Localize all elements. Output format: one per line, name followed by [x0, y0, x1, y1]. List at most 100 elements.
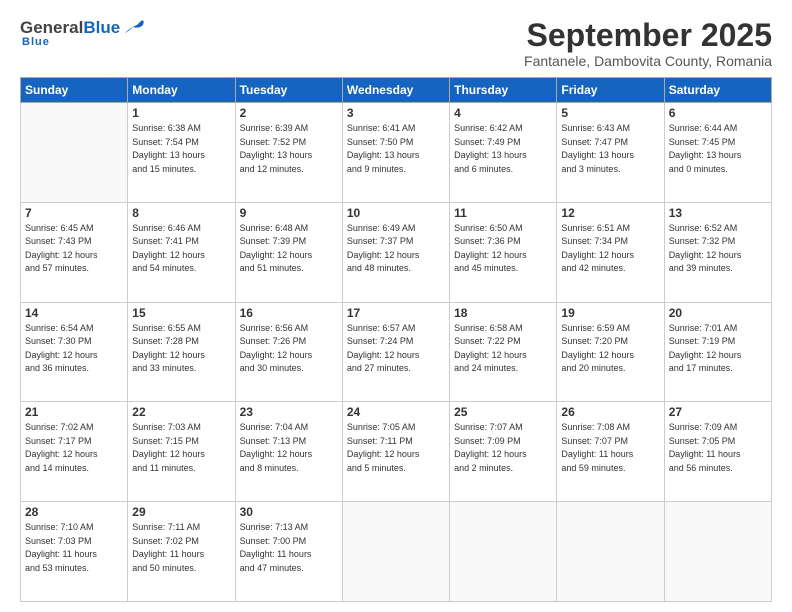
- month-title: September 2025: [524, 18, 772, 53]
- day-info: Sunrise: 7:04 AM Sunset: 7:13 PM Dayligh…: [240, 421, 338, 475]
- day-number: 5: [561, 106, 659, 120]
- calendar-cell: 12 Sunrise: 6:51 AM Sunset: 7:34 PM Dayli…: [557, 202, 664, 302]
- day-info: Sunrise: 7:11 AM Sunset: 7:02 PM Dayligh…: [132, 521, 230, 575]
- day-number: 11: [454, 206, 552, 220]
- week-row-1: 1 Sunrise: 6:38 AM Sunset: 7:54 PM Daylig…: [21, 103, 772, 203]
- weekday-header-monday: Monday: [128, 78, 235, 103]
- calendar-cell: 22Sunrise: 7:03 AM Sunset: 7:15 PM Dayli…: [128, 402, 235, 502]
- day-number: 21: [25, 405, 123, 419]
- calendar-cell: [664, 502, 771, 602]
- day-info: Sunrise: 7:02 AM Sunset: 7:17 PM Dayligh…: [25, 421, 123, 475]
- day-info: Sunrise: 6:49 AM Sunset: 7:37 PM Dayligh…: [347, 222, 445, 276]
- logo-blue-text: Blue: [83, 18, 120, 38]
- calendar-cell: 23 Sunrise: 7:04 AM Sunset: 7:13 PM Dayli…: [235, 402, 342, 502]
- day-info: Sunrise: 6:43 AM Sunset: 7:47 PM Dayligh…: [561, 122, 659, 176]
- calendar-cell: 7 Sunrise: 6:45 AM Sunset: 7:43 PM Daylig…: [21, 202, 128, 302]
- calendar-cell: 20Sunrise: 7:01 AM Sunset: 7:19 PM Dayli…: [664, 302, 771, 402]
- calendar-cell: 17 Sunrise: 6:57 AM Sunset: 7:24 PM Dayli…: [342, 302, 449, 402]
- calendar-cell: 25 Sunrise: 7:07 AM Sunset: 7:09 PM Dayli…: [450, 402, 557, 502]
- day-info: Sunrise: 7:07 AM Sunset: 7:09 PM Dayligh…: [454, 421, 552, 475]
- day-number: 15: [132, 306, 230, 320]
- day-info: Sunrise: 6:51 AM Sunset: 7:34 PM Dayligh…: [561, 222, 659, 276]
- weekday-header-row: SundayMondayTuesdayWednesdayThursdayFrid…: [21, 78, 772, 103]
- calendar-cell: 30Sunrise: 7:13 AM Sunset: 7:00 PM Dayli…: [235, 502, 342, 602]
- calendar-cell: 9 Sunrise: 6:48 AM Sunset: 7:39 PM Daylig…: [235, 202, 342, 302]
- weekday-header-thursday: Thursday: [450, 78, 557, 103]
- day-number: 23: [240, 405, 338, 419]
- day-number: 28: [25, 505, 123, 519]
- day-number: 7: [25, 206, 123, 220]
- day-number: 6: [669, 106, 767, 120]
- calendar-cell: 2 Sunrise: 6:39 AM Sunset: 7:52 PM Daylig…: [235, 103, 342, 203]
- weekday-header-saturday: Saturday: [664, 78, 771, 103]
- day-info: Sunrise: 7:08 AM Sunset: 7:07 PM Dayligh…: [561, 421, 659, 475]
- calendar-cell: 3Sunrise: 6:41 AM Sunset: 7:50 PM Daylig…: [342, 103, 449, 203]
- calendar-cell: 24Sunrise: 7:05 AM Sunset: 7:11 PM Dayli…: [342, 402, 449, 502]
- calendar-cell: 1 Sunrise: 6:38 AM Sunset: 7:54 PM Daylig…: [128, 103, 235, 203]
- day-info: Sunrise: 6:44 AM Sunset: 7:45 PM Dayligh…: [669, 122, 767, 176]
- calendar-cell: 13Sunrise: 6:52 AM Sunset: 7:32 PM Dayli…: [664, 202, 771, 302]
- calendar-cell: 10 Sunrise: 6:49 AM Sunset: 7:37 PM Dayli…: [342, 202, 449, 302]
- day-number: 20: [669, 306, 767, 320]
- location-title: Fantanele, Dambovita County, Romania: [524, 53, 772, 69]
- day-info: Sunrise: 6:46 AM Sunset: 7:41 PM Dayligh…: [132, 222, 230, 276]
- day-info: Sunrise: 6:56 AM Sunset: 7:26 PM Dayligh…: [240, 322, 338, 376]
- day-number: 26: [561, 405, 659, 419]
- week-row-2: 7 Sunrise: 6:45 AM Sunset: 7:43 PM Daylig…: [21, 202, 772, 302]
- calendar-table: SundayMondayTuesdayWednesdayThursdayFrid…: [20, 77, 772, 602]
- day-info: Sunrise: 6:45 AM Sunset: 7:43 PM Dayligh…: [25, 222, 123, 276]
- day-info: Sunrise: 6:39 AM Sunset: 7:52 PM Dayligh…: [240, 122, 338, 176]
- calendar-cell: 26 Sunrise: 7:08 AM Sunset: 7:07 PM Dayli…: [557, 402, 664, 502]
- day-info: Sunrise: 6:42 AM Sunset: 7:49 PM Dayligh…: [454, 122, 552, 176]
- day-info: Sunrise: 6:38 AM Sunset: 7:54 PM Dayligh…: [132, 122, 230, 176]
- day-number: 13: [669, 206, 767, 220]
- day-number: 2: [240, 106, 338, 120]
- day-info: Sunrise: 7:10 AM Sunset: 7:03 PM Dayligh…: [25, 521, 123, 575]
- day-number: 25: [454, 405, 552, 419]
- calendar-cell: 5 Sunrise: 6:43 AM Sunset: 7:47 PM Daylig…: [557, 103, 664, 203]
- calendar-cell: 21 Sunrise: 7:02 AM Sunset: 7:17 PM Dayli…: [21, 402, 128, 502]
- calendar-cell: [557, 502, 664, 602]
- day-number: 9: [240, 206, 338, 220]
- day-number: 16: [240, 306, 338, 320]
- week-row-4: 21 Sunrise: 7:02 AM Sunset: 7:17 PM Dayli…: [21, 402, 772, 502]
- logo-subtitle: Blue: [22, 36, 50, 48]
- weekday-header-friday: Friday: [557, 78, 664, 103]
- day-info: Sunrise: 6:48 AM Sunset: 7:39 PM Dayligh…: [240, 222, 338, 276]
- weekday-header-wednesday: Wednesday: [342, 78, 449, 103]
- day-number: 12: [561, 206, 659, 220]
- day-info: Sunrise: 6:55 AM Sunset: 7:28 PM Dayligh…: [132, 322, 230, 376]
- page: General Blue Blue September 2025 Fantane…: [0, 0, 792, 612]
- logo-bird-icon: [123, 19, 145, 37]
- day-number: 27: [669, 405, 767, 419]
- header-row: General Blue Blue September 2025 Fantane…: [20, 18, 772, 69]
- calendar-cell: 15 Sunrise: 6:55 AM Sunset: 7:28 PM Dayli…: [128, 302, 235, 402]
- day-number: 10: [347, 206, 445, 220]
- day-number: 14: [25, 306, 123, 320]
- calendar-cell: 19 Sunrise: 6:59 AM Sunset: 7:20 PM Dayli…: [557, 302, 664, 402]
- day-number: 17: [347, 306, 445, 320]
- title-block: September 2025 Fantanele, Dambovita Coun…: [524, 18, 772, 69]
- day-number: 4: [454, 106, 552, 120]
- day-number: 18: [454, 306, 552, 320]
- week-row-5: 28 Sunrise: 7:10 AM Sunset: 7:03 PM Dayli…: [21, 502, 772, 602]
- day-number: 19: [561, 306, 659, 320]
- calendar-cell: 29Sunrise: 7:11 AM Sunset: 7:02 PM Dayli…: [128, 502, 235, 602]
- day-info: Sunrise: 7:13 AM Sunset: 7:00 PM Dayligh…: [240, 521, 338, 575]
- week-row-3: 14 Sunrise: 6:54 AM Sunset: 7:30 PM Dayli…: [21, 302, 772, 402]
- weekday-header-tuesday: Tuesday: [235, 78, 342, 103]
- day-info: Sunrise: 6:57 AM Sunset: 7:24 PM Dayligh…: [347, 322, 445, 376]
- calendar-cell: 16 Sunrise: 6:56 AM Sunset: 7:26 PM Dayli…: [235, 302, 342, 402]
- day-number: 24: [347, 405, 445, 419]
- logo: General Blue Blue: [20, 18, 145, 48]
- day-info: Sunrise: 6:54 AM Sunset: 7:30 PM Dayligh…: [25, 322, 123, 376]
- calendar-cell: [342, 502, 449, 602]
- day-number: 3: [347, 106, 445, 120]
- calendar-cell: 14 Sunrise: 6:54 AM Sunset: 7:30 PM Dayli…: [21, 302, 128, 402]
- calendar-cell: 6 Sunrise: 6:44 AM Sunset: 7:45 PM Daylig…: [664, 103, 771, 203]
- day-info: Sunrise: 6:59 AM Sunset: 7:20 PM Dayligh…: [561, 322, 659, 376]
- day-info: Sunrise: 6:58 AM Sunset: 7:22 PM Dayligh…: [454, 322, 552, 376]
- day-number: 1: [132, 106, 230, 120]
- day-info: Sunrise: 7:03 AM Sunset: 7:15 PM Dayligh…: [132, 421, 230, 475]
- calendar-cell: [450, 502, 557, 602]
